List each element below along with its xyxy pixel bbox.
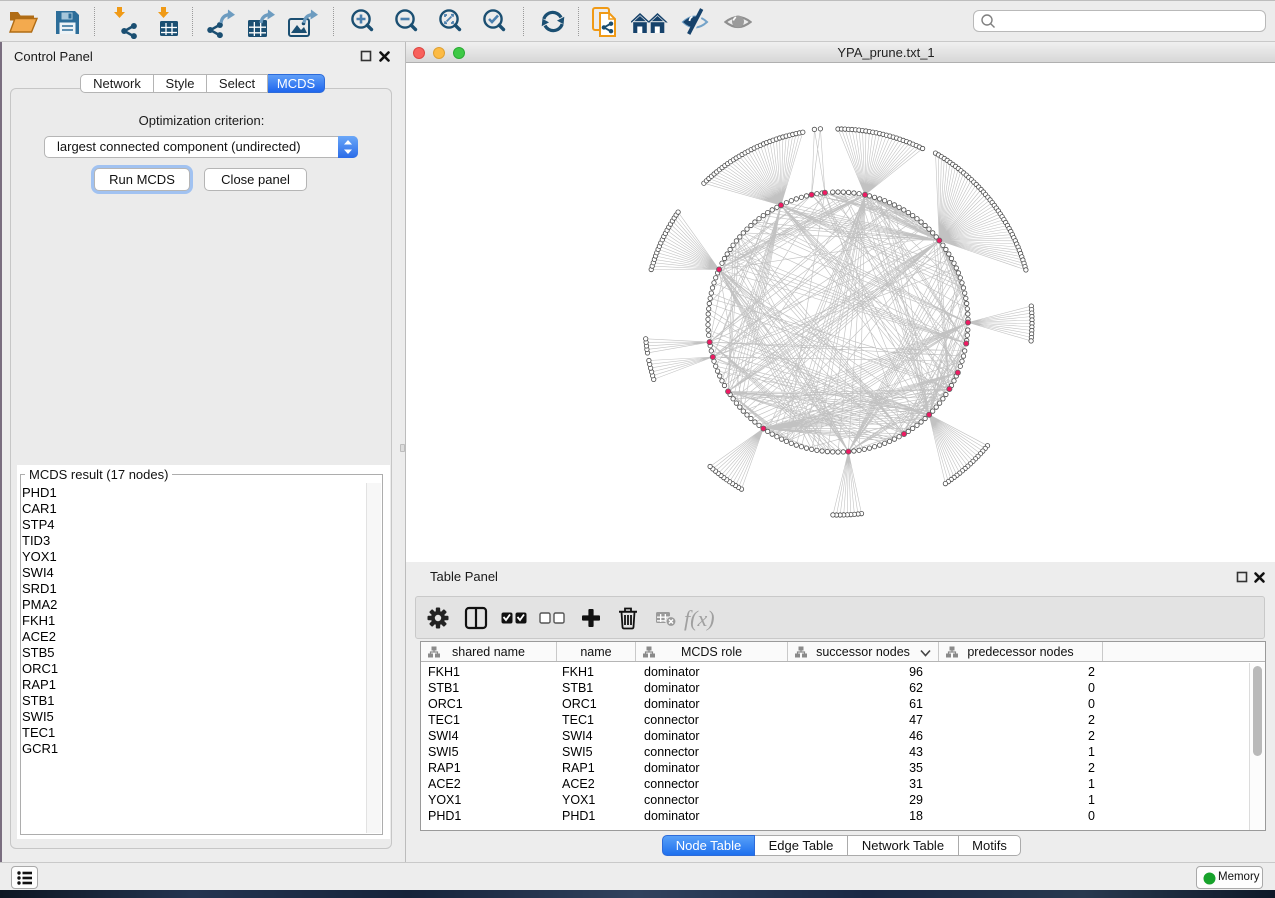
svg-text:f(x): f(x) <box>684 606 715 631</box>
